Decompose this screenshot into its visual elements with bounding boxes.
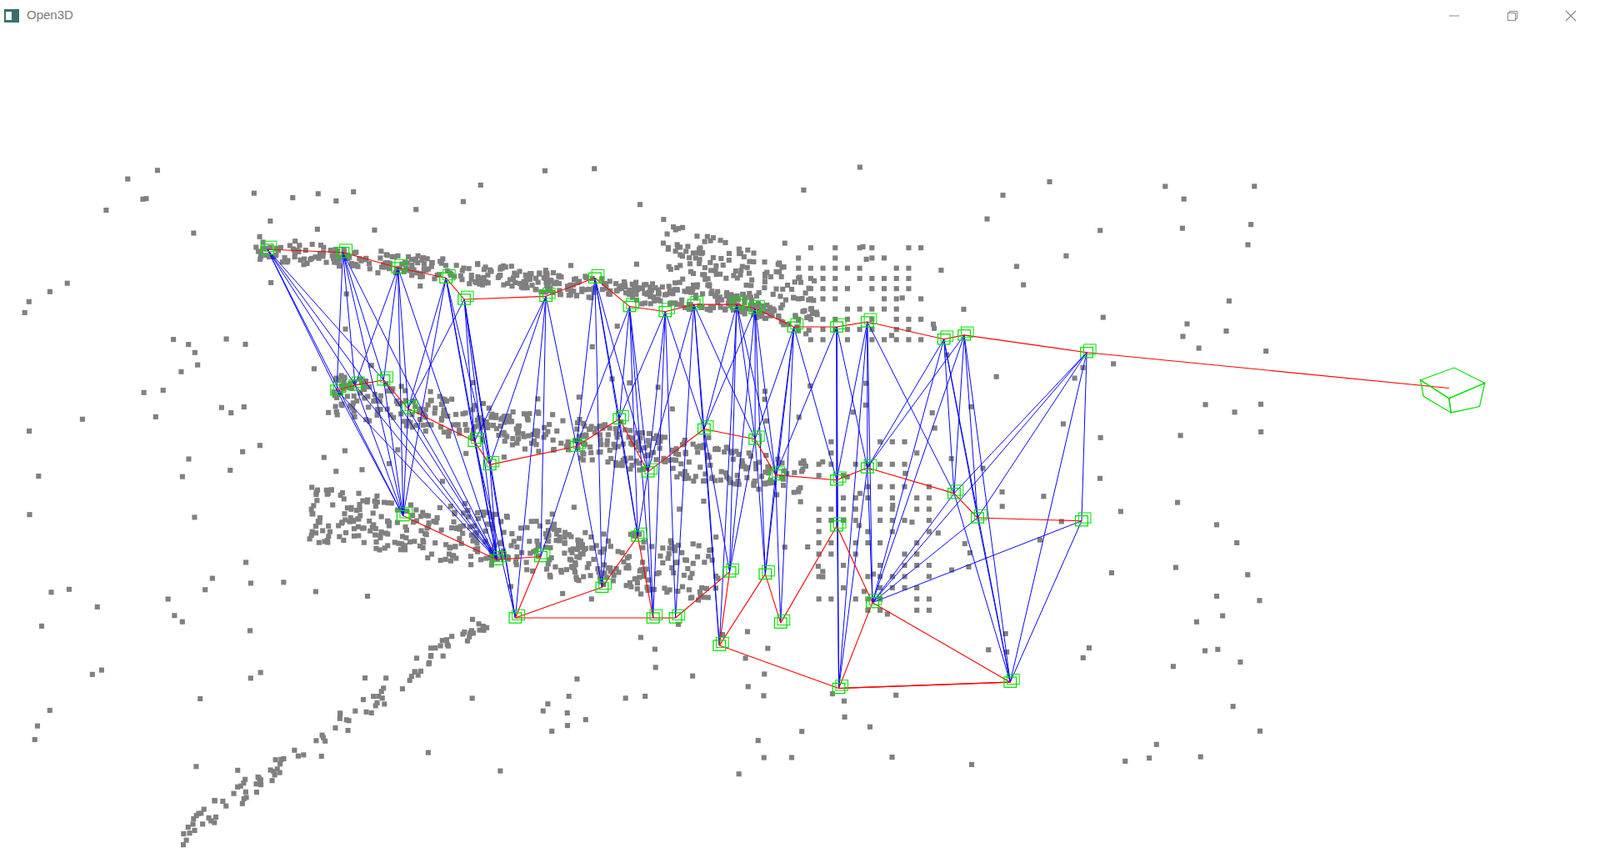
camera-frustum xyxy=(646,609,662,623)
minimize-icon xyxy=(1449,10,1460,21)
open3d-window: Open3D xyxy=(0,0,1600,868)
camera-frustum xyxy=(774,614,790,628)
camera-frustum xyxy=(595,578,611,592)
camera-frustum xyxy=(769,466,785,480)
camera-frustum xyxy=(730,295,746,310)
camera-frustum xyxy=(458,290,474,305)
camera-frustum xyxy=(1420,367,1485,413)
camera-frustum xyxy=(401,400,417,414)
camera-frustum xyxy=(440,270,455,284)
camera-frustum xyxy=(483,456,499,470)
3d-viewport[interactable] xyxy=(0,30,1600,868)
camera-frustum xyxy=(570,438,585,452)
camera-frustum xyxy=(396,507,412,521)
maximize-button[interactable] xyxy=(1483,0,1542,31)
camera-frustum xyxy=(535,548,550,562)
restore-icon xyxy=(1506,10,1519,22)
close-button[interactable] xyxy=(1541,0,1600,31)
camera-frustum xyxy=(659,303,675,317)
camera-frustum xyxy=(349,376,365,390)
camera-frustum xyxy=(830,471,846,485)
camera-frustum xyxy=(669,609,685,623)
camera-frustum xyxy=(631,527,647,541)
title-bar[interactable]: Open3D xyxy=(0,0,1600,31)
camera-frustum xyxy=(958,326,974,340)
camera-frustum xyxy=(860,313,876,327)
camera-frustum xyxy=(1075,512,1091,526)
minimize-button[interactable] xyxy=(1425,0,1484,31)
close-icon xyxy=(1565,10,1577,22)
camera-frustum xyxy=(336,244,352,258)
camera-frustum xyxy=(866,594,882,608)
camera-frustum xyxy=(589,270,605,284)
camera-frustum xyxy=(623,298,639,312)
camera-frustum xyxy=(540,288,555,302)
camera-frustum xyxy=(468,432,484,446)
window-title: Open3D xyxy=(26,5,74,25)
camera-frustum xyxy=(698,420,714,435)
camera-frustum xyxy=(377,371,393,385)
camera-frustum xyxy=(1004,673,1020,687)
camera-frustum xyxy=(749,430,765,445)
camera-frustum xyxy=(971,509,987,523)
camera-frustum xyxy=(260,240,276,255)
camera-frustum xyxy=(490,550,506,565)
camera-frustum xyxy=(509,609,525,623)
camera-frustum xyxy=(713,636,729,650)
camera-frustum xyxy=(830,517,846,531)
camera-frustum xyxy=(948,485,964,499)
camera-frustum xyxy=(860,459,876,473)
camera-frustum xyxy=(391,259,407,273)
camera-frustum xyxy=(723,563,739,577)
camera-frustum xyxy=(787,318,803,332)
camera-frustum xyxy=(330,381,346,395)
camera-frustum xyxy=(759,565,775,580)
camera-frustum xyxy=(641,463,657,477)
camera-frustum xyxy=(830,318,846,332)
app-icon xyxy=(3,7,20,25)
camera-frustum xyxy=(749,300,765,314)
camera-frustum xyxy=(832,680,848,694)
camera-frustum xyxy=(937,330,953,345)
camera-frustum xyxy=(687,295,703,310)
camera-frustum xyxy=(613,410,629,424)
camera-frustum xyxy=(1080,344,1096,358)
